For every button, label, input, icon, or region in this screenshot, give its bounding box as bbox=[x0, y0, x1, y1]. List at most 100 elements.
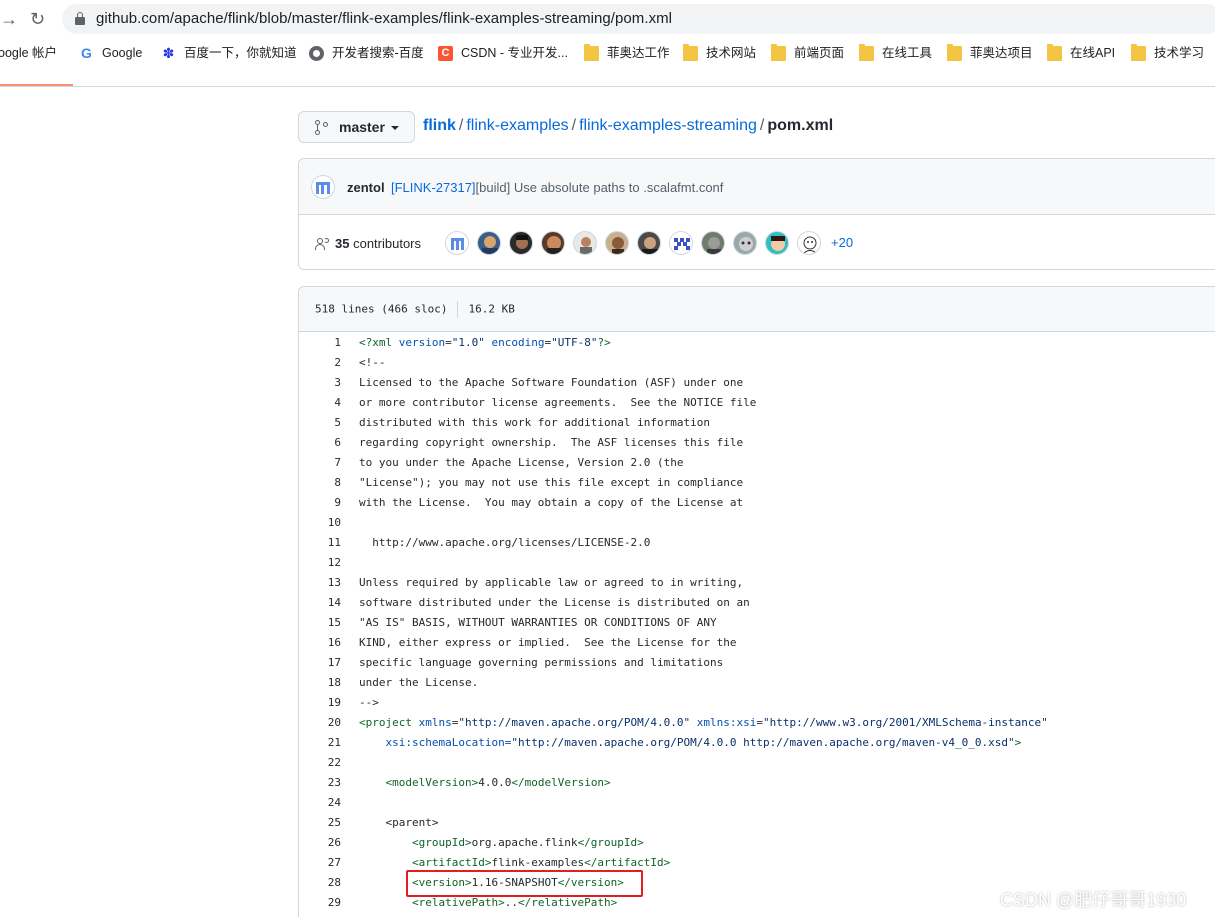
line-number[interactable]: 13 bbox=[299, 573, 341, 593]
line-content: "License"); you may not use this file ex… bbox=[359, 476, 744, 489]
avatar[interactable] bbox=[509, 231, 533, 255]
avatar[interactable] bbox=[765, 231, 789, 255]
bookmark-folder-learning[interactable]: 技术学习 bbox=[1131, 43, 1205, 62]
avatar[interactable] bbox=[311, 175, 335, 199]
line-number[interactable]: 8 bbox=[299, 473, 341, 493]
line-number[interactable]: 24 bbox=[299, 793, 341, 813]
code-token: <?xml bbox=[359, 336, 399, 349]
line-number[interactable]: 9 bbox=[299, 493, 341, 513]
code-line: 8 "License"); you may not use this file e… bbox=[299, 473, 1215, 493]
code-token: encoding bbox=[491, 336, 545, 349]
more-contributors-link[interactable]: +20 bbox=[831, 235, 853, 250]
bookmark-folder-api[interactable]: 在线API bbox=[1047, 43, 1115, 62]
bookmark-folder-work[interactable]: 菲奥达工作 bbox=[584, 43, 670, 62]
avatar[interactable] bbox=[637, 231, 661, 255]
bookmark-folder-projects[interactable]: 菲奥达项目 bbox=[947, 43, 1033, 62]
breadcrumb-repo-link[interactable]: flink bbox=[423, 117, 456, 134]
line-number[interactable]: 22 bbox=[299, 753, 341, 773]
line-number[interactable]: 11 bbox=[299, 533, 341, 553]
code-token: <modelVersion> bbox=[359, 776, 479, 789]
bookmark-label: 在线工具 bbox=[882, 46, 933, 60]
line-content: <?xml version="1.0" encoding="UTF-8"?> bbox=[359, 333, 611, 353]
line-number[interactable]: 18 bbox=[299, 673, 341, 693]
issue-link[interactable]: [FLINK-27317] bbox=[391, 180, 476, 195]
line-number[interactable]: 15 bbox=[299, 613, 341, 633]
commit-message[interactable]: [FLINK-27317][build] Use absolute paths … bbox=[391, 180, 723, 195]
breadcrumb-dir-link[interactable]: flink-examples bbox=[466, 117, 568, 134]
bookmark-folder-tech-sites[interactable]: 技术网站 bbox=[683, 43, 756, 62]
code-line: 26 <groupId>org.apache.flink</groupId> bbox=[299, 833, 1215, 853]
line-number[interactable]: 23 bbox=[299, 773, 341, 793]
line-content: <parent> bbox=[359, 816, 439, 829]
line-number[interactable]: 12 bbox=[299, 553, 341, 573]
bookmark-baidu[interactable]: ✽ 百度一下，你就知道 bbox=[161, 44, 297, 62]
bookmark-google-account[interactable]: oogle 帐户 bbox=[0, 44, 57, 62]
code-line: 14 software distributed under the License… bbox=[299, 593, 1215, 613]
avatar[interactable] bbox=[797, 231, 821, 255]
code-line: 16 KIND, either express or implied. See t… bbox=[299, 633, 1215, 653]
bookmark-google[interactable]: G Google bbox=[79, 44, 142, 62]
commit-author-link[interactable]: zentol bbox=[347, 180, 385, 195]
bookmark-label: oogle 帐户 bbox=[0, 46, 58, 60]
folder-icon bbox=[1131, 43, 1146, 61]
avatar[interactable] bbox=[605, 231, 629, 255]
line-number[interactable]: 19 bbox=[299, 693, 341, 713]
avatar[interactable] bbox=[701, 231, 725, 255]
avatar[interactable] bbox=[733, 231, 757, 255]
code-line: 3 Licensed to the Apache Software Foundat… bbox=[299, 373, 1215, 393]
globe-icon bbox=[309, 45, 324, 61]
line-number[interactable]: 17 bbox=[299, 653, 341, 673]
code-token: flink-examples bbox=[491, 856, 585, 869]
line-number[interactable]: 16 bbox=[299, 633, 341, 653]
avatar[interactable] bbox=[541, 231, 565, 255]
google-icon: G bbox=[81, 44, 92, 61]
code-token: </modelVersion> bbox=[511, 776, 611, 789]
line-number[interactable]: 28 bbox=[299, 873, 341, 893]
file-info: 518 lines (466 sloc) 16.2 KB bbox=[315, 301, 515, 318]
line-number[interactable]: 14 bbox=[299, 593, 341, 613]
line-number[interactable]: 7 bbox=[299, 453, 341, 473]
line-number[interactable]: 21 bbox=[299, 733, 341, 753]
avatar[interactable] bbox=[445, 231, 469, 255]
contributors-link[interactable]: 35 contributors bbox=[335, 236, 421, 251]
file-viewer: 518 lines (466 sloc) 16.2 KB 1 <?xml versi… bbox=[298, 286, 1215, 917]
code-token: </relativePath> bbox=[517, 896, 618, 909]
commit-message-text: [build] Use absolute paths to .scalafmt.… bbox=[475, 180, 724, 195]
line-content: under the License. bbox=[359, 676, 479, 689]
url-input[interactable]: github.com/apache/flink/blob/master/flin… bbox=[62, 4, 1215, 34]
bookmark-label: 技术学习 bbox=[1154, 46, 1205, 60]
url-text[interactable]: github.com/apache/flink/blob/master/flin… bbox=[96, 10, 672, 27]
line-number[interactable]: 29 bbox=[299, 893, 341, 913]
line-number[interactable]: 10 bbox=[299, 513, 341, 533]
code-line: 18 under the License. bbox=[299, 673, 1215, 693]
line-number[interactable]: 5 bbox=[299, 413, 341, 433]
code-line: 21 xsi:schemaLocation="http://maven.apac… bbox=[299, 733, 1215, 753]
code-line: 13 Unless required by applicable law or a… bbox=[299, 573, 1215, 593]
line-number[interactable]: 3 bbox=[299, 373, 341, 393]
back-arrow-icon[interactable]: → bbox=[0, 9, 18, 29]
line-number[interactable]: 2 bbox=[299, 353, 341, 373]
avatar[interactable] bbox=[477, 231, 501, 255]
line-number[interactable]: 4 bbox=[299, 393, 341, 413]
line-number[interactable]: 25 bbox=[299, 813, 341, 833]
line-number[interactable]: 26 bbox=[299, 833, 341, 853]
code-token: xmlns bbox=[418, 716, 452, 729]
bookmark-folder-frontend[interactable]: 前端页面 bbox=[771, 43, 844, 62]
bookmark-dev-search[interactable]: 开发者搜索-百度 bbox=[309, 44, 424, 62]
breadcrumb-dir-link[interactable]: flink-examples-streaming bbox=[579, 117, 757, 134]
line-content: <groupId>org.apache.flink</groupId> bbox=[359, 833, 644, 853]
line-number[interactable]: 27 bbox=[299, 853, 341, 873]
line-number[interactable]: 20 bbox=[299, 713, 341, 733]
reload-icon[interactable]: ↻ bbox=[30, 9, 50, 29]
avatar[interactable] bbox=[669, 231, 693, 255]
line-number[interactable]: 1 bbox=[299, 333, 341, 353]
bookmark-folder-tools[interactable]: 在线工具 bbox=[859, 43, 933, 62]
code-token: <artifactId> bbox=[359, 856, 492, 869]
code-token: "UTF-8" bbox=[551, 336, 598, 349]
avatar[interactable] bbox=[573, 231, 597, 255]
breadcrumb-separator: / bbox=[759, 117, 765, 134]
branch-selector-button[interactable]: master bbox=[298, 111, 415, 143]
line-number[interactable]: 6 bbox=[299, 433, 341, 453]
branch-name: master bbox=[339, 119, 385, 135]
bookmark-csdn[interactable]: C CSDN - 专业开发... bbox=[438, 44, 568, 62]
